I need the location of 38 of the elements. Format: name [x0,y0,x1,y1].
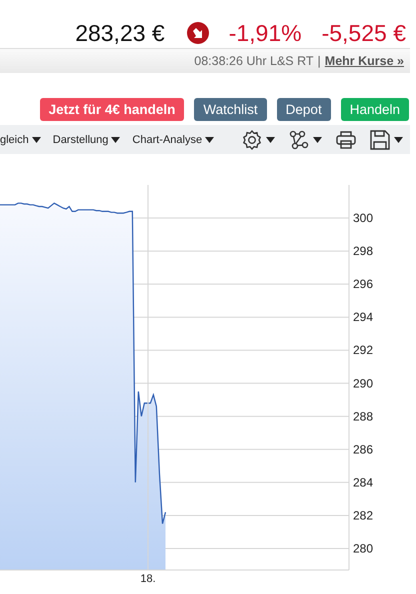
caret-icon [313,136,322,142]
nodes-icon [289,130,310,150]
network-button[interactable] [289,130,322,150]
caret-icon [266,136,276,142]
y-tick-label: 300 [353,211,374,226]
y-tick-label: 290 [353,376,374,390]
caret-icon [394,136,404,142]
separator: | [318,54,321,68]
price: 283,23 € [75,20,165,46]
settings-button[interactable] [242,130,276,150]
y-tick-label: 292 [353,343,374,358]
y-tick-label: 282 [353,508,374,522]
action-button[interactable]: Watchlist [194,98,267,121]
change-amount: -5,525 € [322,20,406,46]
y-tick-label: 286 [353,442,374,456]
caret-icon [111,136,120,142]
change-percent: -1,91% [228,20,302,46]
caret-icon [205,136,214,142]
save-button[interactable] [370,130,404,150]
toolbar-menu[interactable]: gleich [0,134,41,146]
y-tick-label: 288 [353,409,374,424]
y-tick-label: 284 [353,475,374,490]
more-quotes-link[interactable]: Mehr Kurse » [324,54,404,68]
settings-icon [242,130,262,150]
quote-time: 08:38:26 Uhr L&S RT [194,54,314,68]
y-tick-label: 296 [353,277,374,292]
trade-offer-button[interactable]: Jetzt für 4€ handeln [40,98,184,121]
toolbar-menu[interactable]: Darstellung [52,134,120,146]
printer-icon [336,130,356,148]
print-button[interactable] [336,130,356,148]
toolbar-menu[interactable]: Chart-Analyse [132,134,214,146]
date-label: 18. [140,573,156,585]
action-button[interactable]: Depot [276,98,331,121]
y-tick-label: 280 [353,542,374,556]
save-icon [370,130,390,150]
y-tick-label: 294 [353,310,374,324]
caret-icon [32,136,41,142]
y-tick-label: 298 [353,244,374,258]
